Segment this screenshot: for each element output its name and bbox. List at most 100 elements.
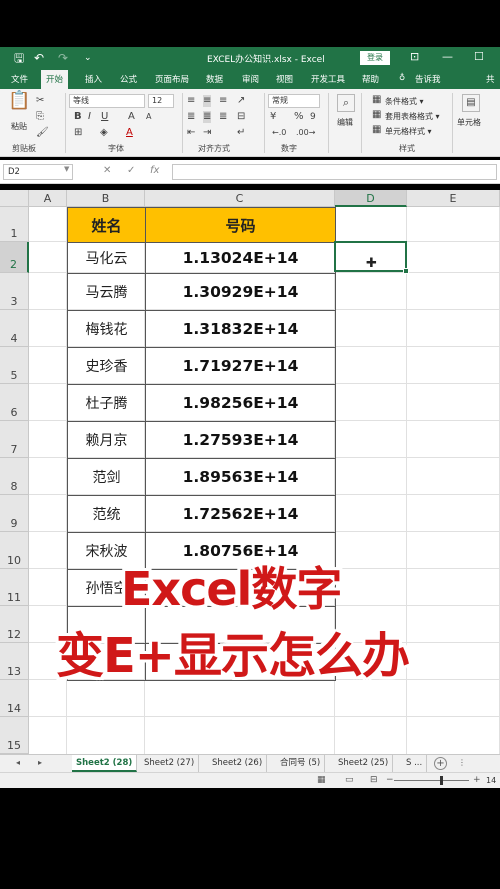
align-middle-icon[interactable]: ≡ bbox=[203, 95, 212, 107]
number-format-select[interactable]: 常规 bbox=[268, 94, 320, 108]
row-header[interactable]: 4 bbox=[0, 310, 29, 347]
page-break-view-icon[interactable]: ⊟ bbox=[370, 775, 378, 785]
row-header[interactable]: 11 bbox=[0, 569, 29, 606]
name-cell[interactable]: 史珍香 bbox=[67, 347, 146, 385]
find-search-icon[interactable]: ⌕ bbox=[337, 94, 355, 112]
format-as-table-button[interactable]: 套用表格格式 ▾ bbox=[385, 111, 440, 122]
zoom-level[interactable]: 14 bbox=[486, 776, 496, 785]
copy-icon[interactable]: ⎘ bbox=[36, 111, 44, 123]
row-header[interactable]: 13 bbox=[0, 643, 29, 680]
row-header[interactable]: 5 bbox=[0, 347, 29, 384]
tab-developer[interactable]: 开发工具 bbox=[311, 73, 345, 85]
insert-function-icon[interactable]: fx bbox=[150, 165, 159, 176]
name-cell[interactable]: 范剑 bbox=[67, 458, 146, 496]
select-all-corner[interactable] bbox=[0, 190, 29, 207]
number-cell[interactable]: 1.89563E+14 bbox=[145, 458, 336, 496]
tell-me-search[interactable]: 告诉我 bbox=[415, 73, 441, 85]
maximize-icon[interactable]: ☐ bbox=[474, 50, 484, 63]
redo-icon[interactable]: ↷ bbox=[58, 51, 68, 65]
save-icon[interactable]: 🖫 bbox=[14, 51, 24, 65]
zoom-in-icon[interactable]: + bbox=[473, 775, 481, 785]
orientation-icon[interactable]: ↗ bbox=[237, 95, 245, 107]
minimize-icon[interactable]: — bbox=[442, 50, 453, 63]
row-header[interactable]: 10 bbox=[0, 532, 29, 569]
sheet-tab-more[interactable]: S ... bbox=[402, 755, 428, 772]
cancel-icon[interactable]: ✕ bbox=[103, 165, 111, 176]
row-header[interactable]: 7 bbox=[0, 421, 29, 458]
tab-share[interactable]: 共 bbox=[486, 73, 495, 85]
paste-icon[interactable]: 📋 bbox=[8, 92, 30, 110]
column-header-a[interactable]: A bbox=[29, 190, 67, 207]
merge-icon[interactable]: ⊟ bbox=[237, 111, 245, 123]
sheet-tab[interactable]: Sheet2 (27) bbox=[140, 755, 200, 772]
prev-sheet-icon[interactable]: ◂ bbox=[16, 758, 20, 767]
format-painter-icon[interactable]: 🖌 bbox=[36, 127, 49, 139]
fill-handle[interactable] bbox=[403, 268, 409, 274]
sheet-tab[interactable]: 合同号 (5) bbox=[276, 755, 326, 772]
name-cell[interactable]: 赖月京 bbox=[67, 421, 146, 459]
tab-data[interactable]: 数据 bbox=[206, 73, 223, 85]
ribbon-display-options-icon[interactable]: ⊡ bbox=[410, 50, 419, 63]
tab-page-layout[interactable]: 页面布局 bbox=[155, 73, 189, 85]
font-size-select[interactable]: 12 bbox=[148, 94, 174, 108]
row-header[interactable]: 1 bbox=[0, 207, 29, 242]
percent-button[interactable]: % bbox=[294, 111, 304, 123]
row-header[interactable]: 2 bbox=[0, 242, 29, 273]
sheet-bar-options-icon[interactable]: ⋮ bbox=[458, 758, 466, 767]
italic-button[interactable]: I bbox=[88, 111, 91, 123]
cut-icon[interactable]: ✂ bbox=[36, 95, 44, 107]
column-header-c[interactable]: C bbox=[145, 190, 335, 207]
header-name-cell[interactable]: 姓名 bbox=[67, 207, 146, 243]
next-sheet-icon[interactable]: ▸ bbox=[38, 758, 42, 767]
add-sheet-button[interactable]: + bbox=[434, 757, 447, 770]
increase-decimal-icon[interactable]: ←.0 bbox=[272, 127, 286, 139]
cells-icon[interactable]: ▤ bbox=[462, 94, 480, 112]
tab-file[interactable]: 文件 bbox=[11, 73, 28, 85]
font-color-button[interactable]: A bbox=[126, 127, 133, 139]
wrap-text-icon[interactable]: ↵ bbox=[237, 127, 245, 139]
row-header[interactable]: 14 bbox=[0, 680, 29, 717]
number-cell[interactable]: 1.71927E+14 bbox=[145, 347, 336, 385]
normal-view-icon[interactable]: ▦ bbox=[317, 775, 326, 785]
column-header-b[interactable]: B bbox=[67, 190, 145, 207]
tab-formulas[interactable]: 公式 bbox=[120, 73, 137, 85]
number-cell[interactable]: 1.13024E+14 bbox=[145, 242, 336, 274]
shrink-font-button[interactable]: A bbox=[146, 111, 151, 123]
login-button[interactable]: 登录 bbox=[360, 51, 390, 65]
undo-icon[interactable]: ↶ bbox=[34, 51, 44, 65]
sheet-tab-active[interactable]: Sheet2 (28) bbox=[72, 755, 138, 772]
accounting-format-button[interactable]: ¥ bbox=[270, 111, 276, 123]
font-name-select[interactable]: 等线 bbox=[69, 94, 145, 108]
cell-styles-button[interactable]: 单元格样式 ▾ bbox=[385, 126, 432, 137]
name-cell[interactable]: 马云腾 bbox=[67, 273, 146, 311]
name-cell[interactable]: 范统 bbox=[67, 495, 146, 533]
page-layout-view-icon[interactable]: ▭ bbox=[345, 775, 354, 785]
name-box-dropdown-icon[interactable]: ▼ bbox=[64, 165, 69, 173]
row-header[interactable]: 9 bbox=[0, 495, 29, 532]
tab-home[interactable]: 开始 bbox=[41, 70, 69, 89]
conditional-format-button[interactable]: 条件格式 ▾ bbox=[385, 96, 424, 107]
column-header-e[interactable]: E bbox=[407, 190, 500, 207]
align-right-icon[interactable]: ≣ bbox=[219, 111, 227, 123]
confirm-icon[interactable]: ✓ bbox=[127, 165, 135, 176]
zoom-slider-thumb[interactable] bbox=[440, 776, 443, 785]
number-cell[interactable]: 1.98256E+14 bbox=[145, 384, 336, 422]
tab-review[interactable]: 审阅 bbox=[242, 73, 259, 85]
row-header[interactable]: 8 bbox=[0, 458, 29, 495]
borders-icon[interactable]: ⊞ bbox=[74, 127, 82, 139]
name-cell[interactable]: 杜子腾 bbox=[67, 384, 146, 422]
align-left-icon[interactable]: ≣ bbox=[187, 111, 195, 123]
number-cell[interactable]: 1.27593E+14 bbox=[145, 421, 336, 459]
comma-style-button[interactable]: 9 bbox=[310, 111, 316, 123]
increase-indent-icon[interactable]: ⇥ bbox=[203, 127, 211, 139]
row-header[interactable]: 15 bbox=[0, 717, 29, 754]
name-cell[interactable]: 梅钱花 bbox=[67, 310, 146, 348]
tab-view[interactable]: 视图 bbox=[276, 73, 293, 85]
name-box[interactable]: D2 bbox=[3, 164, 73, 180]
number-cell[interactable]: 1.30929E+14 bbox=[145, 273, 336, 311]
row-header[interactable]: 12 bbox=[0, 606, 29, 643]
customize-quick-access-icon[interactable]: ⌄ bbox=[84, 51, 92, 65]
align-top-icon[interactable]: ≡ bbox=[187, 95, 195, 107]
number-cell[interactable]: 1.31832E+14 bbox=[145, 310, 336, 348]
row-header[interactable]: 3 bbox=[0, 273, 29, 310]
